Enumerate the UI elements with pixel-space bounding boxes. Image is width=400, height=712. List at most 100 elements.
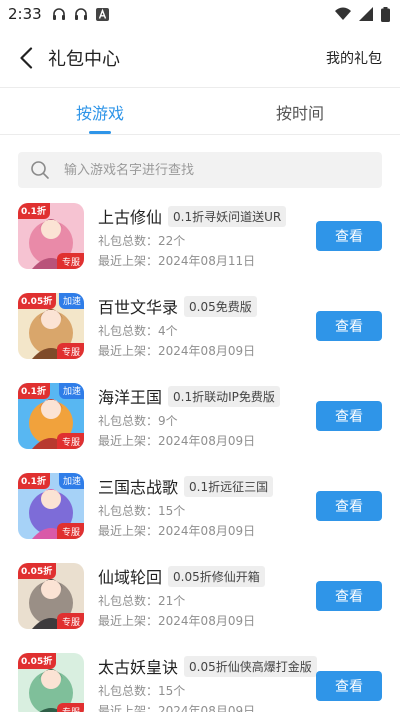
latest-date-value: 2024年08月09日 (158, 434, 256, 448)
list-item[interactable]: 0.05折 专服 仙域轮回 0.05折修仙开箱 礼包总数：21个 最近上架：20… (0, 556, 400, 646)
speed-tag: 加速 (58, 293, 84, 309)
list-item[interactable]: 0.05折 加速 专服 百世文华录 0.05免费版 礼包总数：4个 最近上架：2… (0, 286, 400, 376)
server-tag: 专服 (56, 343, 84, 359)
speed-tag: 加速 (58, 473, 84, 489)
latest-date-label: 最近上架： (98, 614, 159, 628)
latest-date-value: 2024年08月11日 (158, 254, 256, 268)
game-info: 三国志战歌 0.1折远征三国 礼包总数：15个 最近上架：2024年08月09日 (98, 475, 308, 539)
game-name: 海洋王国 (98, 388, 163, 407)
gift-total-label: 礼包总数： (98, 324, 159, 338)
discount-tag: 0.1折 (18, 203, 50, 219)
server-tag: 专服 (56, 613, 84, 629)
list-item[interactable]: 0.05折 专服 太古妖皇诀 0.05折仙侠高爆打金版 礼包总数：15个 最近上… (0, 646, 400, 712)
game-name: 仙域轮回 (98, 568, 163, 587)
latest-date: 最近上架：2024年08月09日 (98, 613, 308, 629)
back-button[interactable] (4, 36, 48, 80)
latest-date: 最近上架：2024年08月09日 (98, 523, 308, 539)
latest-date-label: 最近上架： (98, 434, 159, 448)
game-thumbnail: 0.05折 专服 (18, 653, 84, 712)
gift-total: 礼包总数：9个 (98, 413, 308, 429)
latest-date-value: 2024年08月09日 (158, 344, 256, 358)
game-thumbnail: 0.05折 加速 专服 (18, 293, 84, 359)
view-button[interactable]: 查看 (316, 671, 382, 701)
game-thumbnail: 0.1折 加速 专服 (18, 473, 84, 539)
status-bar: 2:33 (0, 0, 400, 28)
latest-date-label: 最近上架： (98, 254, 159, 268)
my-gifts-link[interactable]: 我的礼包 (326, 48, 382, 68)
tab-bar: 按游戏 按时间 (0, 89, 400, 135)
search-bar[interactable] (18, 152, 382, 188)
tab-by-game[interactable]: 按游戏 (0, 89, 200, 134)
latest-date: 最近上架：2024年08月09日 (98, 343, 308, 359)
view-button[interactable]: 查看 (316, 491, 382, 521)
headphones-icon (52, 8, 65, 20)
gift-total-label: 礼包总数： (98, 414, 159, 428)
game-badge: 0.05折仙侠高爆打金版 (184, 655, 317, 677)
game-name: 太古妖皇诀 (98, 658, 179, 677)
list-item[interactable]: 0.1折 加速 专服 海洋王国 0.1折联动IP免费版 礼包总数：9个 最近上架… (0, 376, 400, 466)
game-badge: 0.1折寻妖问道送UR (168, 205, 287, 227)
gift-total: 礼包总数：22个 (98, 233, 308, 249)
server-tag: 专服 (56, 253, 84, 269)
game-thumbnail: 0.1折 加速 专服 (18, 383, 84, 449)
gift-total-label: 礼包总数： (98, 594, 159, 608)
view-button[interactable]: 查看 (316, 221, 382, 251)
game-badge: 0.05免费版 (184, 295, 257, 317)
latest-date-value: 2024年08月09日 (158, 704, 256, 712)
list-item[interactable]: 0.1折 加速 专服 三国志战歌 0.1折远征三国 礼包总数：15个 最近上架：… (0, 466, 400, 556)
server-tag: 专服 (56, 703, 84, 712)
gift-total-label: 礼包总数： (98, 504, 159, 518)
signal-icon (359, 7, 373, 21)
tab-by-time[interactable]: 按时间 (200, 89, 400, 134)
app-a-icon (95, 7, 109, 21)
app-header: 礼包中心 我的礼包 (0, 28, 400, 88)
game-info: 上古修仙 0.1折寻妖问道送UR 礼包总数：22个 最近上架：2024年08月1… (98, 205, 308, 269)
server-tag: 专服 (56, 433, 84, 449)
page-title: 礼包中心 (48, 48, 120, 70)
wifi-icon (335, 7, 351, 20)
latest-date-label: 最近上架： (98, 344, 159, 358)
latest-date-value: 2024年08月09日 (158, 524, 256, 538)
game-name: 上古修仙 (98, 208, 163, 227)
gift-total-value: 21个 (158, 594, 186, 608)
game-badge: 0.05折修仙开箱 (168, 565, 265, 587)
latest-date-label: 最近上架： (98, 704, 159, 712)
back-arrow-icon (20, 46, 33, 69)
gift-total: 礼包总数：21个 (98, 593, 308, 609)
discount-tag: 0.05折 (18, 563, 57, 579)
latest-date: 最近上架：2024年08月09日 (98, 433, 308, 449)
headphones-icon (74, 8, 87, 20)
discount-tag: 0.05折 (18, 293, 57, 309)
game-thumbnail: 0.1折 专服 (18, 203, 84, 269)
gift-total-value: 15个 (158, 684, 186, 698)
gift-total: 礼包总数：15个 (98, 683, 308, 699)
view-button[interactable]: 查看 (316, 311, 382, 341)
battery-icon (381, 6, 390, 22)
gift-total-value: 4个 (158, 324, 178, 338)
gift-total-label: 礼包总数： (98, 684, 159, 698)
list-item[interactable]: 0.1折 专服 上古修仙 0.1折寻妖问道送UR 礼包总数：22个 最近上架：2… (0, 196, 400, 286)
status-notification-icons (52, 7, 109, 21)
gift-total: 礼包总数：15个 (98, 503, 308, 519)
game-badge: 0.1折远征三国 (184, 475, 274, 497)
latest-date: 最近上架：2024年08月11日 (98, 253, 308, 269)
latest-date-value: 2024年08月09日 (158, 614, 256, 628)
game-info: 百世文华录 0.05免费版 礼包总数：4个 最近上架：2024年08月09日 (98, 295, 308, 359)
status-time: 2:33 (8, 5, 42, 23)
search-input[interactable] (64, 162, 344, 178)
discount-tag: 0.05折 (18, 653, 57, 669)
game-thumbnail: 0.05折 专服 (18, 563, 84, 629)
view-button[interactable]: 查看 (316, 581, 382, 611)
discount-tag: 0.1折 (18, 383, 50, 399)
gift-total-value: 22个 (158, 234, 186, 248)
status-system-icons (335, 6, 390, 22)
search-icon (31, 161, 49, 179)
view-button[interactable]: 查看 (316, 401, 382, 431)
game-info: 海洋王国 0.1折联动IP免费版 礼包总数：9个 最近上架：2024年08月09… (98, 385, 308, 449)
gift-list: 0.1折 专服 上古修仙 0.1折寻妖问道送UR 礼包总数：22个 最近上架：2… (0, 196, 400, 712)
speed-tag: 加速 (58, 383, 84, 399)
game-badge: 0.1折联动IP免费版 (168, 385, 280, 407)
game-name: 三国志战歌 (98, 478, 179, 497)
game-info: 仙域轮回 0.05折修仙开箱 礼包总数：21个 最近上架：2024年08月09日 (98, 565, 308, 629)
latest-date-label: 最近上架： (98, 524, 159, 538)
